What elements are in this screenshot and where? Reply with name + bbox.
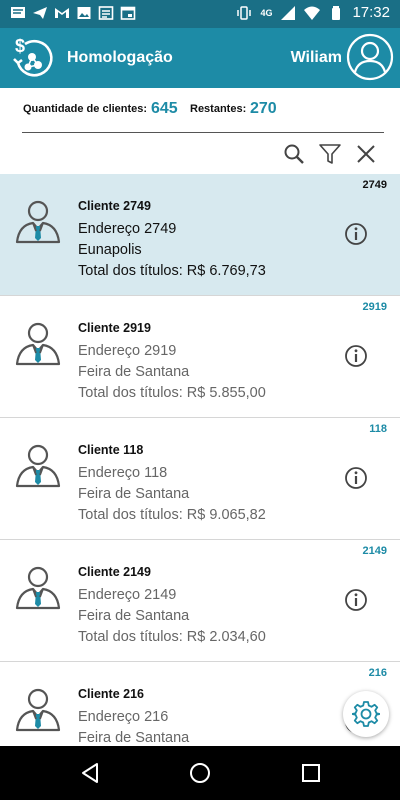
info-icon[interactable] [344, 344, 368, 368]
client-name: Cliente 2149 [78, 565, 151, 579]
back-icon[interactable] [79, 762, 101, 784]
search-icon[interactable] [282, 142, 306, 166]
app-logo-icon[interactable]: $ [8, 33, 56, 81]
client-code: 216 [368, 667, 387, 679]
filter-icon[interactable] [318, 142, 342, 166]
client-name: Cliente 118 [78, 443, 144, 457]
client-city: Eunapolis [78, 242, 142, 258]
client-address: Endereço 2149 [78, 587, 177, 603]
total-clients-label: Quantidade de clientes: [23, 103, 148, 115]
client-avatar-icon [15, 322, 61, 366]
close-icon[interactable] [354, 142, 378, 166]
client-address: Endereço 216 [78, 709, 169, 725]
calendar-icon [120, 6, 136, 20]
remaining-label: Restantes: [190, 103, 247, 115]
client-total: Total dos títulos: R$ 6.769,73 [78, 263, 266, 279]
info-icon[interactable] [344, 466, 368, 490]
system-nav-bar [0, 746, 400, 800]
client-row[interactable]: 216 Cliente 216 Endereço 216 Feira de Sa… [0, 662, 400, 746]
message-icon [11, 7, 25, 18]
status-time: 17:32 [352, 4, 390, 21]
client-city: Feira de Santana [78, 364, 190, 380]
client-summary: Quantidade de clientes: 645 Restantes: 2… [0, 88, 400, 132]
client-address: Endereço 2749 [78, 221, 177, 237]
toolbar-divider [22, 132, 384, 133]
user-avatar-icon[interactable] [346, 33, 394, 81]
list-toolbar [0, 132, 400, 174]
signal-icon [281, 5, 296, 20]
client-city: Feira de Santana [78, 730, 190, 746]
user-name[interactable]: Wiliam [291, 49, 342, 67]
vibrate-icon [237, 5, 252, 20]
client-avatar-icon [15, 566, 61, 610]
client-total: Total dos títulos: R$ 2.034,60 [78, 629, 266, 645]
status-bar: 4G 17:32 [0, 0, 400, 28]
total-clients-value: 645 [151, 100, 178, 117]
client-address: Endereço 2919 [78, 343, 177, 359]
client-code: 2149 [362, 545, 387, 557]
gear-icon [352, 701, 380, 727]
client-row[interactable]: 2749 Cliente 2749 Endereço 2749 Eunapoli… [0, 174, 400, 296]
client-total: Total dos títulos: R$ 9.065,82 [78, 507, 266, 523]
client-row[interactable]: 2919 Cliente 2919 Endereço 2919 Feira de… [0, 296, 400, 418]
client-code: 118 [369, 423, 387, 435]
recents-icon[interactable] [300, 762, 322, 784]
client-list: 2749 Cliente 2749 Endereço 2749 Eunapoli… [0, 174, 400, 746]
client-code: 2749 [362, 179, 387, 191]
settings-button[interactable] [343, 691, 389, 737]
news-icon [98, 6, 114, 20]
battery-icon [332, 5, 341, 20]
client-address: Endereço 118 [78, 465, 168, 481]
client-total: Total dos títulos: R$ 5.855,00 [78, 385, 266, 401]
logo-dollar-sign: $ [15, 36, 25, 56]
network-type-label: 4G [260, 7, 273, 18]
gallery-icon [77, 7, 91, 19]
remaining-value: 270 [250, 100, 277, 117]
info-icon[interactable] [344, 222, 368, 246]
client-row[interactable]: 2149 Cliente 2149 Endereço 2149 Feira de… [0, 540, 400, 662]
client-avatar-icon [15, 444, 61, 488]
client-name: Cliente 216 [78, 687, 145, 701]
telegram-icon [33, 7, 47, 19]
client-city: Feira de Santana [78, 486, 190, 502]
wifi-icon [304, 6, 321, 20]
app-title: Homologação [67, 49, 173, 66]
home-icon[interactable] [189, 762, 211, 784]
client-code: 2919 [362, 301, 387, 313]
client-avatar-icon [15, 200, 61, 244]
client-avatar-icon [15, 688, 61, 732]
client-name: Cliente 2749 [78, 199, 151, 213]
client-row[interactable]: 118 Cliente 118 Endereço 118 Feira de Sa… [0, 418, 400, 540]
app-bar: $ Homologação Wiliam [0, 28, 400, 88]
client-name: Cliente 2919 [78, 321, 151, 335]
info-icon[interactable] [344, 588, 368, 612]
client-city: Feira de Santana [78, 608, 190, 624]
gmail-icon [55, 8, 69, 18]
